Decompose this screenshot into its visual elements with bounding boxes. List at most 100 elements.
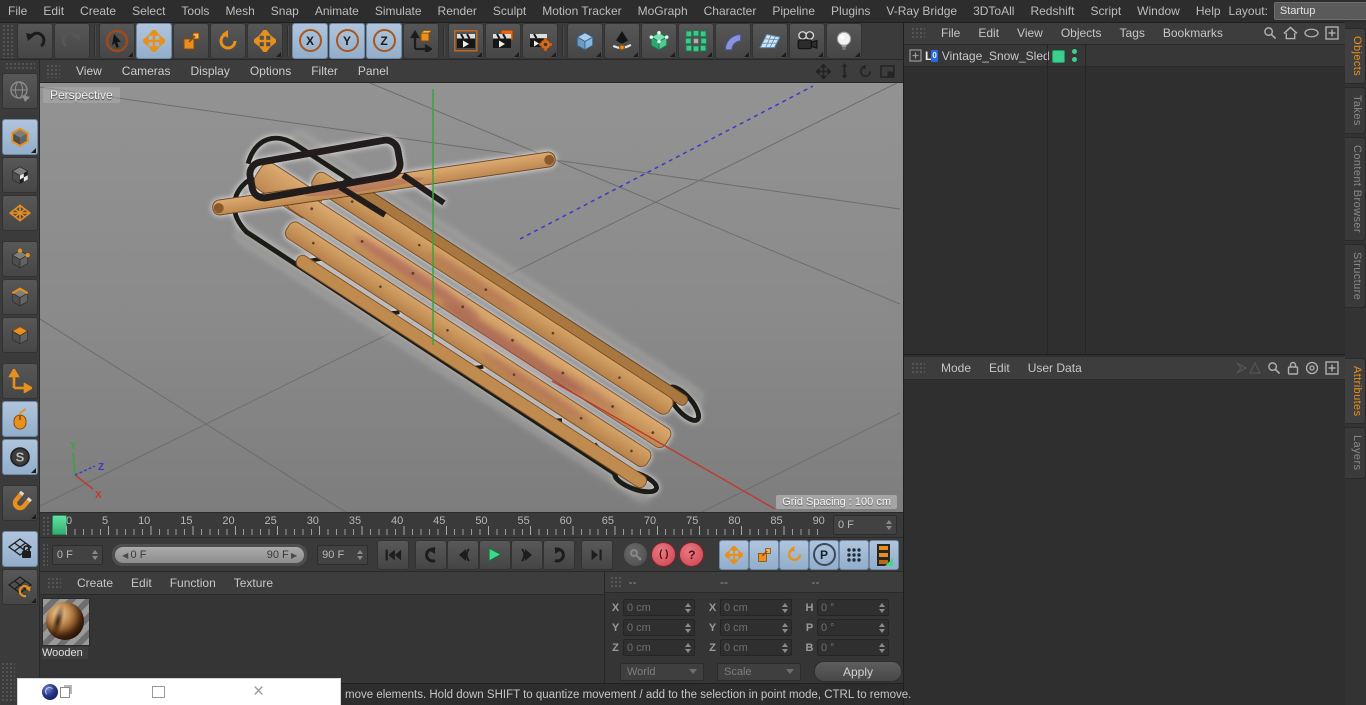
add-panel-icon[interactable] xyxy=(1325,361,1339,375)
menu-item[interactable]: Script xyxy=(1082,4,1129,18)
camera-label[interactable]: Perspective xyxy=(43,87,120,103)
attribute-menu-item[interactable]: User Data xyxy=(1019,361,1091,375)
scale-tool-button[interactable] xyxy=(173,22,209,59)
menu-item[interactable]: Simulate xyxy=(367,4,430,18)
lock-workplane-button[interactable] xyxy=(1,531,38,567)
material-menu-item[interactable]: Create xyxy=(68,576,122,590)
lock-icon[interactable] xyxy=(1287,361,1299,375)
history-arrows-icon[interactable] xyxy=(1235,361,1261,375)
render-to-picture-viewer-button[interactable] xyxy=(485,22,521,59)
panel-tab[interactable]: Takes xyxy=(1345,87,1366,134)
render-settings-button[interactable] xyxy=(522,22,558,59)
rotation-input[interactable]: 0 ° xyxy=(817,599,889,616)
goto-end-button[interactable] xyxy=(581,539,614,570)
object-tree[interactable]: L0 Vintage_Snow_Sled xyxy=(904,45,1346,354)
menu-item[interactable]: Animate xyxy=(307,4,367,18)
add-spline-button[interactable] xyxy=(604,22,640,59)
viewport-menu-grip[interactable] xyxy=(46,64,60,78)
play-backwards-button[interactable] xyxy=(415,539,448,570)
layer-color-chip[interactable] xyxy=(1052,50,1065,63)
viewport-menu-item[interactable]: Panel xyxy=(348,64,399,78)
panel-tab[interactable]: Content Browser xyxy=(1345,136,1366,241)
menu-item[interactable]: Render xyxy=(430,4,485,18)
menu-item[interactable]: Redshift xyxy=(1022,4,1082,18)
home-icon[interactable] xyxy=(1283,26,1298,40)
menu-item[interactable]: MoGraph xyxy=(630,4,696,18)
object-manager-menu-item[interactable]: Tags xyxy=(1111,26,1154,40)
menu-item[interactable]: Plugins xyxy=(823,4,878,18)
expand-icon[interactable] xyxy=(909,49,922,62)
object-name[interactable]: Vintage_Snow_Sled xyxy=(942,49,1050,63)
coordinate-system-button[interactable] xyxy=(403,22,439,59)
menu-item[interactable]: Character xyxy=(696,4,765,18)
menu-item[interactable]: Snap xyxy=(263,4,307,18)
stepper-arrows-icon[interactable] xyxy=(782,640,788,656)
end-frame-field[interactable]: 90 F xyxy=(317,544,369,565)
texture-mode-button[interactable] xyxy=(1,157,38,193)
panel-tab[interactable]: Objects xyxy=(1345,28,1366,85)
stepper-arrows-icon[interactable] xyxy=(879,620,885,636)
model-mode-button[interactable] xyxy=(1,119,38,155)
coordinate-system-dropdown[interactable]: World xyxy=(620,662,704,681)
toggle-panel-icon[interactable] xyxy=(880,64,895,78)
range-right-arrow-icon[interactable]: ▶ xyxy=(289,551,297,560)
stepper-arrows-icon[interactable] xyxy=(685,620,691,636)
keying-options-button[interactable]: ? xyxy=(679,542,705,567)
layout-dropdown[interactable]: Startup xyxy=(1273,2,1366,20)
add-panel-icon[interactable] xyxy=(1325,26,1339,40)
menu-item[interactable]: Motion Tracker xyxy=(534,4,629,18)
render-visibility-dot[interactable] xyxy=(1072,57,1077,62)
object-manager-grip[interactable] xyxy=(911,26,925,40)
make-editable-button[interactable] xyxy=(1,73,38,109)
edges-mode-button[interactable] xyxy=(1,279,38,315)
enable-axis-button[interactable] xyxy=(1,363,38,399)
eye-icon[interactable] xyxy=(1304,28,1319,38)
mode-toolbar-grip[interactable] xyxy=(4,62,35,70)
stepper-arrows-icon[interactable] xyxy=(357,547,364,563)
add-light-button[interactable] xyxy=(826,22,862,59)
mode-toolbar-bottom-grip[interactable] xyxy=(1,662,15,702)
rotation-input[interactable]: 0 ° xyxy=(817,639,889,656)
mograph-cloner-button[interactable] xyxy=(678,22,714,59)
rotate-tool-button[interactable] xyxy=(210,22,246,59)
menu-item[interactable]: Window xyxy=(1129,4,1188,18)
viewport-menu-item[interactable]: View xyxy=(66,64,112,78)
record-keyframe-button[interactable] xyxy=(623,542,649,567)
menu-item[interactable]: Help xyxy=(1188,4,1229,18)
lock-x-axis-button[interactable]: X xyxy=(292,22,328,59)
viewport-menu-item[interactable]: Options xyxy=(240,64,301,78)
menu-item[interactable]: 3DToAll xyxy=(965,4,1022,18)
material-preview[interactable] xyxy=(42,598,90,646)
position-input[interactable]: 0 cm xyxy=(623,639,695,656)
enable-snap-button[interactable] xyxy=(1,485,38,521)
lock-z-axis-button[interactable]: Z xyxy=(366,22,402,59)
add-camera-button[interactable] xyxy=(789,22,825,59)
menu-item[interactable]: Create xyxy=(72,4,124,18)
transport-grip[interactable] xyxy=(42,542,48,567)
viewport-menu-item[interactable]: Display xyxy=(180,64,239,78)
scale-input[interactable]: 0 cm xyxy=(720,619,792,636)
open-timeline-button[interactable] xyxy=(869,539,899,570)
pan-view-icon[interactable] xyxy=(816,63,831,79)
stepper-arrows-icon[interactable] xyxy=(879,640,885,656)
lock-y-axis-button[interactable]: Y xyxy=(329,22,365,59)
stepper-arrows-icon[interactable] xyxy=(879,600,885,616)
viewport-menu-item[interactable]: Filter xyxy=(301,64,348,78)
object-manager-menu-item[interactable]: View xyxy=(1008,26,1052,40)
object-row[interactable]: L0 Vintage_Snow_Sled xyxy=(904,45,1346,67)
material-menu-item[interactable]: Function xyxy=(161,576,225,590)
viewport-solo-button[interactable] xyxy=(1,401,38,437)
timeline-grip[interactable] xyxy=(42,516,50,536)
editor-visibility-dot[interactable] xyxy=(1072,49,1077,54)
material-menu-item[interactable]: Edit xyxy=(122,576,161,590)
stepper-arrows-icon[interactable] xyxy=(685,640,691,656)
workplane-mode-button[interactable] xyxy=(1,195,38,231)
menu-item[interactable]: Mesh xyxy=(217,4,262,18)
next-frame-button[interactable] xyxy=(511,539,544,570)
floating-window-titlebar[interactable]: × xyxy=(18,679,340,705)
attribute-menu-item[interactable]: Mode xyxy=(932,361,980,375)
menu-item[interactable]: Sculpt xyxy=(485,4,534,18)
attribute-menu-item[interactable]: Edit xyxy=(980,361,1019,375)
move-tool-button[interactable] xyxy=(136,22,172,59)
menu-item[interactable]: File xyxy=(0,4,35,18)
